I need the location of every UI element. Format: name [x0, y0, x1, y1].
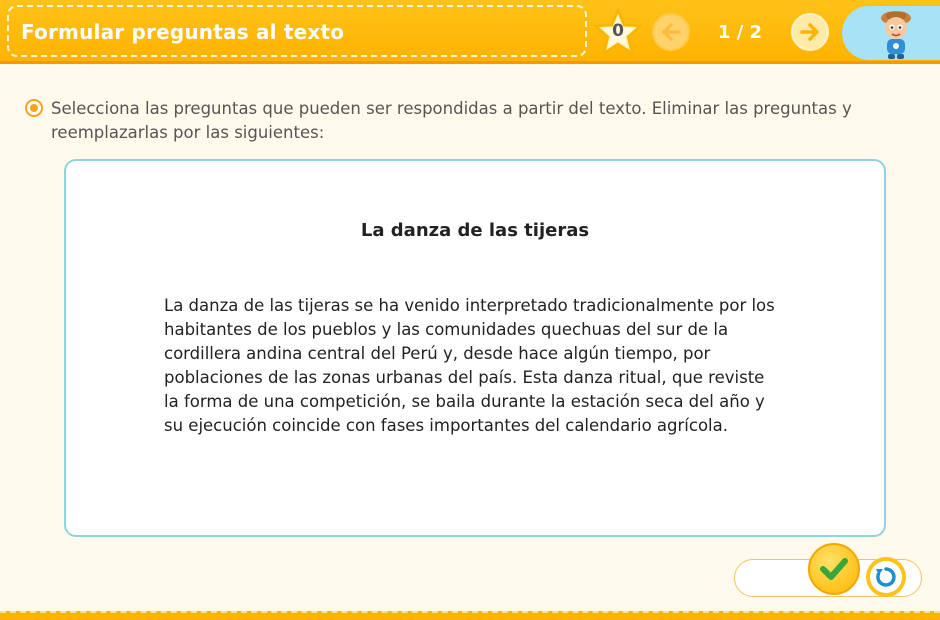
- reading-card: La danza de las tijeras La danza de las …: [64, 159, 886, 537]
- reset-button-face: [870, 561, 902, 593]
- avatar-panel: [842, 6, 940, 60]
- score-count: 0: [612, 21, 624, 41]
- instruction-bullet-icon: [25, 99, 43, 117]
- arrow-left-icon: [662, 23, 681, 41]
- reading-title: La danza de las tijeras: [360, 220, 590, 241]
- previous-button[interactable]: [652, 13, 690, 51]
- reading-body: La danza de las tijeras se ha venido int…: [164, 296, 775, 435]
- activity-title: Formular preguntas al texto: [21, 20, 345, 44]
- avatar: [881, 11, 911, 59]
- next-button[interactable]: [791, 13, 829, 51]
- check-button[interactable]: [808, 543, 860, 595]
- page-indicator: 1 / 2: [717, 22, 763, 43]
- arrow-right-icon: [800, 23, 819, 41]
- reset-button[interactable]: [866, 557, 906, 597]
- header-bar: Formular preguntas al texto 0 1 / 2: [0, 0, 940, 64]
- score-star: 0: [594, 8, 642, 56]
- check-icon: [820, 558, 848, 580]
- footer-bar: [0, 611, 940, 620]
- title-frame: Formular preguntas al texto: [7, 5, 587, 57]
- instruction-text: Selecciona las preguntas que pueden ser …: [51, 99, 852, 142]
- reset-icon: [876, 567, 896, 587]
